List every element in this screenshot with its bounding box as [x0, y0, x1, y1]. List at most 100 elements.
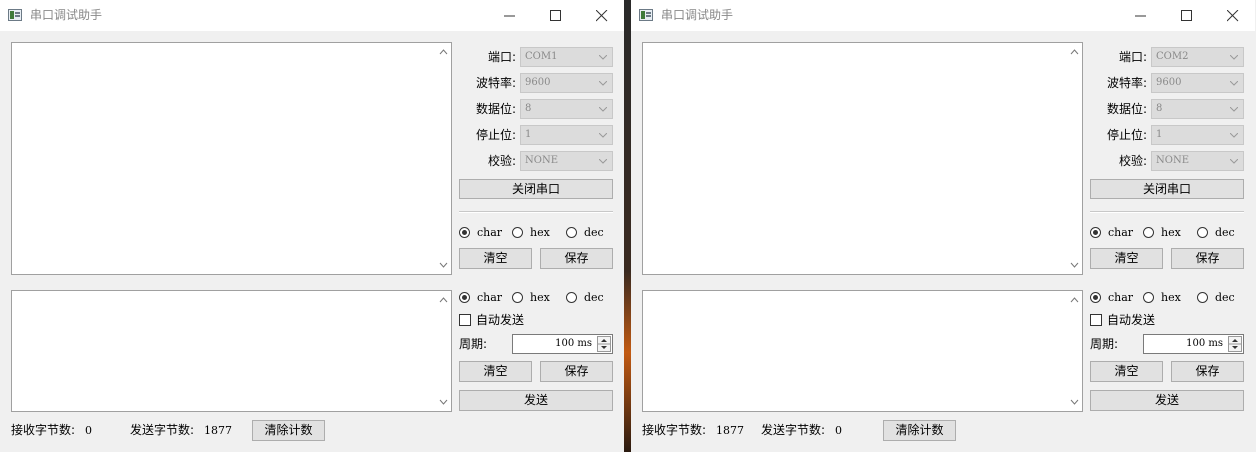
- window-title: 串口调试助手: [30, 8, 103, 22]
- send-clear-button[interactable]: 清空: [459, 361, 532, 382]
- send-button[interactable]: 发送: [459, 390, 613, 411]
- divider: [459, 211, 613, 213]
- receive-clear-button[interactable]: 清空: [1090, 248, 1163, 269]
- port-select[interactable]: COM1: [520, 47, 613, 67]
- radio-dot: [1143, 292, 1154, 303]
- received-bytes-status: 接收字节数: 0: [11, 422, 92, 439]
- radio-label: hex: [530, 291, 550, 304]
- stop-bits-value: 1: [1156, 129, 1163, 140]
- send-save-button[interactable]: 保存: [540, 361, 613, 382]
- receive-clear-button[interactable]: 清空: [459, 248, 532, 269]
- parity-select[interactable]: NONE: [1151, 151, 1244, 171]
- send-textarea[interactable]: [642, 290, 1083, 412]
- radio-dot: [512, 227, 523, 238]
- send-save-button[interactable]: 保存: [1171, 361, 1244, 382]
- parity-select[interactable]: NONE: [520, 151, 613, 171]
- parity-label: 校验:: [1118, 154, 1147, 168]
- chevron-down-icon: [1230, 81, 1238, 86]
- radio-dot: [566, 292, 577, 303]
- receive-textarea[interactable]: [11, 42, 452, 275]
- sent-bytes-count: 0: [835, 424, 843, 437]
- radio-dot: [459, 227, 470, 238]
- close-port-button[interactable]: 关闭串口: [1090, 179, 1244, 199]
- data-bits-label: 数据位:: [475, 102, 516, 116]
- receive-textarea[interactable]: [642, 42, 1083, 275]
- scroll-down-icon[interactable]: [439, 398, 448, 406]
- clear-count-button[interactable]: 清除计数: [883, 420, 956, 441]
- radio-label: char: [477, 291, 503, 304]
- radio-label: char: [477, 226, 503, 239]
- period-spinbox[interactable]: 100 ms: [512, 334, 613, 354]
- window-title: 串口调试助手: [661, 8, 734, 22]
- send-clear-button[interactable]: 清空: [1090, 361, 1163, 382]
- spin-arrows-icon[interactable]: [597, 336, 611, 352]
- period-label: 周期:: [1090, 337, 1119, 351]
- scroll-up-icon[interactable]: [1070, 296, 1079, 304]
- receive-save-button[interactable]: 保存: [540, 248, 613, 269]
- data-bits-value: 8: [525, 103, 532, 114]
- received-bytes-label: 接收字节数:: [11, 423, 76, 437]
- chevron-down-icon: [599, 55, 607, 60]
- auto-send-checkbox[interactable]: [459, 314, 471, 326]
- title-bar[interactable]: 串口调试助手: [631, 0, 1255, 31]
- radio-label: hex: [1161, 226, 1181, 239]
- baud-rate-value: 9600: [1156, 77, 1182, 88]
- baud-rate-label: 波特率:: [1106, 76, 1147, 90]
- scroll-up-icon[interactable]: [1070, 48, 1079, 56]
- port-select[interactable]: COM2: [1151, 47, 1244, 67]
- app-icon: [639, 9, 653, 21]
- radio-dot: [1090, 227, 1101, 238]
- data-bits-value: 8: [1156, 103, 1163, 114]
- sent-bytes-status: 发送字节数: 1877: [130, 422, 232, 439]
- chevron-down-icon: [1230, 133, 1238, 138]
- minimize-button[interactable]: [487, 0, 533, 31]
- sent-bytes-count: 1877: [204, 424, 233, 437]
- radio-dot: [1143, 227, 1154, 238]
- baud-rate-select[interactable]: 9600: [520, 73, 613, 93]
- scroll-down-icon[interactable]: [439, 261, 448, 269]
- close-button[interactable]: [579, 0, 624, 31]
- close-icon: [596, 10, 608, 22]
- baud-rate-select[interactable]: 9600: [1151, 73, 1244, 93]
- send-textarea[interactable]: [11, 290, 452, 412]
- received-bytes-count: 0: [85, 424, 93, 437]
- radio-dot: [1197, 227, 1208, 238]
- receive-save-button[interactable]: 保存: [1171, 248, 1244, 269]
- period-label: 周期:: [459, 337, 488, 351]
- port-value: COM2: [1156, 51, 1189, 62]
- scroll-down-icon[interactable]: [1070, 398, 1079, 406]
- divider: [1090, 211, 1244, 213]
- sent-bytes-label: 发送字节数:: [761, 423, 826, 437]
- auto-send-checkbox[interactable]: [1090, 314, 1102, 326]
- maximize-button[interactable]: [1164, 0, 1210, 31]
- close-port-button[interactable]: 关闭串口: [459, 179, 613, 199]
- data-bits-select[interactable]: 8: [520, 99, 613, 119]
- port-label: 端口:: [1118, 50, 1147, 64]
- title-bar[interactable]: 串口调试助手: [0, 0, 624, 31]
- maximize-button[interactable]: [533, 0, 579, 31]
- serial-assistant-window-1: 串口调试助手 端口: COM1 波特率: 9600 数据位: 8 停止位: 1 …: [0, 0, 624, 452]
- minimize-button[interactable]: [1118, 0, 1164, 31]
- radio-label: hex: [530, 226, 550, 239]
- clear-count-button[interactable]: 清除计数: [252, 420, 325, 441]
- received-bytes-count: 1877: [716, 424, 745, 437]
- received-bytes-label: 接收字节数:: [642, 423, 707, 437]
- baud-rate-label: 波特率:: [475, 76, 516, 90]
- stop-bits-select[interactable]: 1: [1151, 125, 1244, 145]
- period-spinbox[interactable]: 100 ms: [1143, 334, 1244, 354]
- auto-send-label: 自动发送: [476, 313, 525, 327]
- scroll-up-icon[interactable]: [439, 48, 448, 56]
- scroll-up-icon[interactable]: [439, 296, 448, 304]
- data-bits-select[interactable]: 8: [1151, 99, 1244, 119]
- radio-label: dec: [584, 291, 604, 304]
- send-button[interactable]: 发送: [1090, 390, 1244, 411]
- stop-bits-label: 停止位:: [1106, 128, 1147, 142]
- data-bits-label: 数据位:: [1106, 102, 1147, 116]
- baud-rate-value: 9600: [525, 77, 551, 88]
- stop-bits-select[interactable]: 1: [520, 125, 613, 145]
- spin-arrows-icon[interactable]: [1228, 336, 1242, 352]
- scroll-down-icon[interactable]: [1070, 261, 1079, 269]
- period-value: 100 ms: [555, 338, 592, 349]
- close-button[interactable]: [1210, 0, 1256, 31]
- radio-label: dec: [584, 226, 604, 239]
